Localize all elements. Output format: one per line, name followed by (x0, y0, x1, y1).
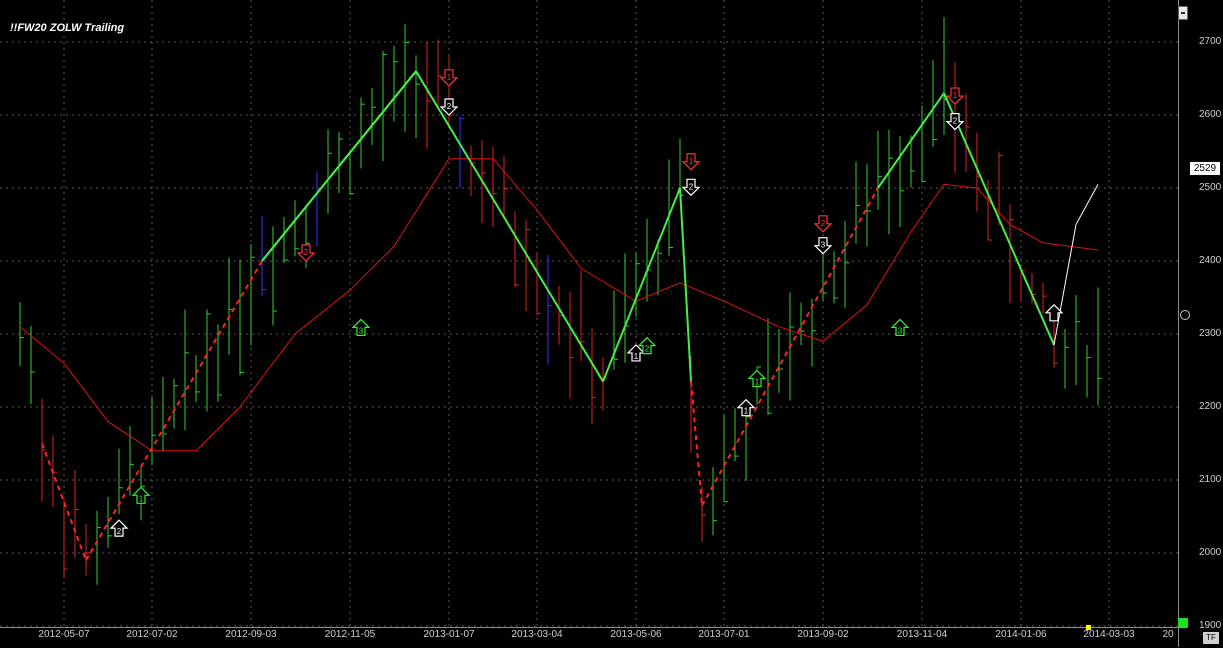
x-tick-label: 2012-05-07 (38, 629, 90, 640)
y-tick-label: 1900 (1199, 620, 1222, 631)
x-tick-label: 2013-09-02 (797, 629, 849, 640)
zigzag-segment (943, 92, 1055, 346)
signal-label: 3 (898, 326, 903, 335)
x-tick-label: 2013-03-04 (511, 629, 563, 640)
buy-signal-arrow-icon (1044, 303, 1064, 322)
zigzag-segment (415, 70, 604, 382)
x-tick-label: 2012-11-05 (324, 629, 376, 640)
signal-label: 2 (304, 248, 309, 257)
zigzag-segment (85, 260, 263, 561)
x-tick-label: 2012-07-02 (126, 629, 178, 640)
price-chart: 21231212121123312 (0, 0, 1178, 627)
scroll-up-button[interactable] (1178, 6, 1188, 20)
y-tick-label: 2600 (1199, 109, 1222, 120)
x-tick-label: 2014-03-03 (1083, 629, 1135, 640)
zigzag-segment (690, 381, 703, 506)
last-price-label: 2529 (1190, 162, 1220, 175)
x-tick-label: 2013-05-06 (610, 629, 662, 640)
current-bar-marker (1086, 625, 1091, 630)
signal-label: 1 (953, 91, 958, 100)
y-tick-label: 2700 (1199, 36, 1222, 47)
signal-label: 2 (117, 527, 122, 536)
y-tick-label: 2500 (1199, 182, 1222, 193)
signal-label: 2 (821, 219, 826, 228)
chart-title: !!FW20 ZOLW Trailing (10, 22, 125, 34)
signal-label: 2 (689, 182, 694, 191)
x-tick-label: 2012-09-03 (225, 629, 277, 640)
y-tick-label: 2300 (1199, 328, 1222, 339)
y-tick-label: 2400 (1199, 255, 1222, 266)
x-tick-label: 2014-01-06 (995, 629, 1047, 640)
zigzag-segment (701, 187, 879, 507)
timeframe-button[interactable]: TF (1203, 632, 1219, 644)
x-tick-label: 2013-01-07 (423, 629, 475, 640)
scale-handle[interactable] (1180, 310, 1190, 320)
zigzag-segment (679, 187, 692, 382)
signal-label: 1 (744, 407, 749, 416)
x-tick-label: 20 (1162, 629, 1174, 640)
y-tick-label: 2100 (1199, 474, 1222, 485)
signal-label: 3 (359, 326, 364, 335)
zigzag-segment (261, 70, 417, 262)
signal-label: 3 (821, 241, 826, 250)
signal-label: 1 (689, 157, 694, 166)
signal-label: 2 (447, 102, 452, 111)
signal-label: 1 (447, 73, 452, 82)
signal-label: 2 (645, 345, 650, 354)
y-tick-label: 2200 (1199, 401, 1222, 412)
signal-label: 1 (634, 352, 639, 361)
scroll-down-button[interactable] (1178, 618, 1188, 628)
signal-label: 2 (953, 117, 958, 126)
signal-label: 1 (139, 494, 144, 503)
y-tick-label: 2000 (1199, 547, 1222, 558)
signal-label: 1 (755, 378, 760, 387)
x-tick-label: 2013-07-01 (698, 629, 750, 640)
x-tick-label: 2013-11-04 (896, 629, 948, 640)
